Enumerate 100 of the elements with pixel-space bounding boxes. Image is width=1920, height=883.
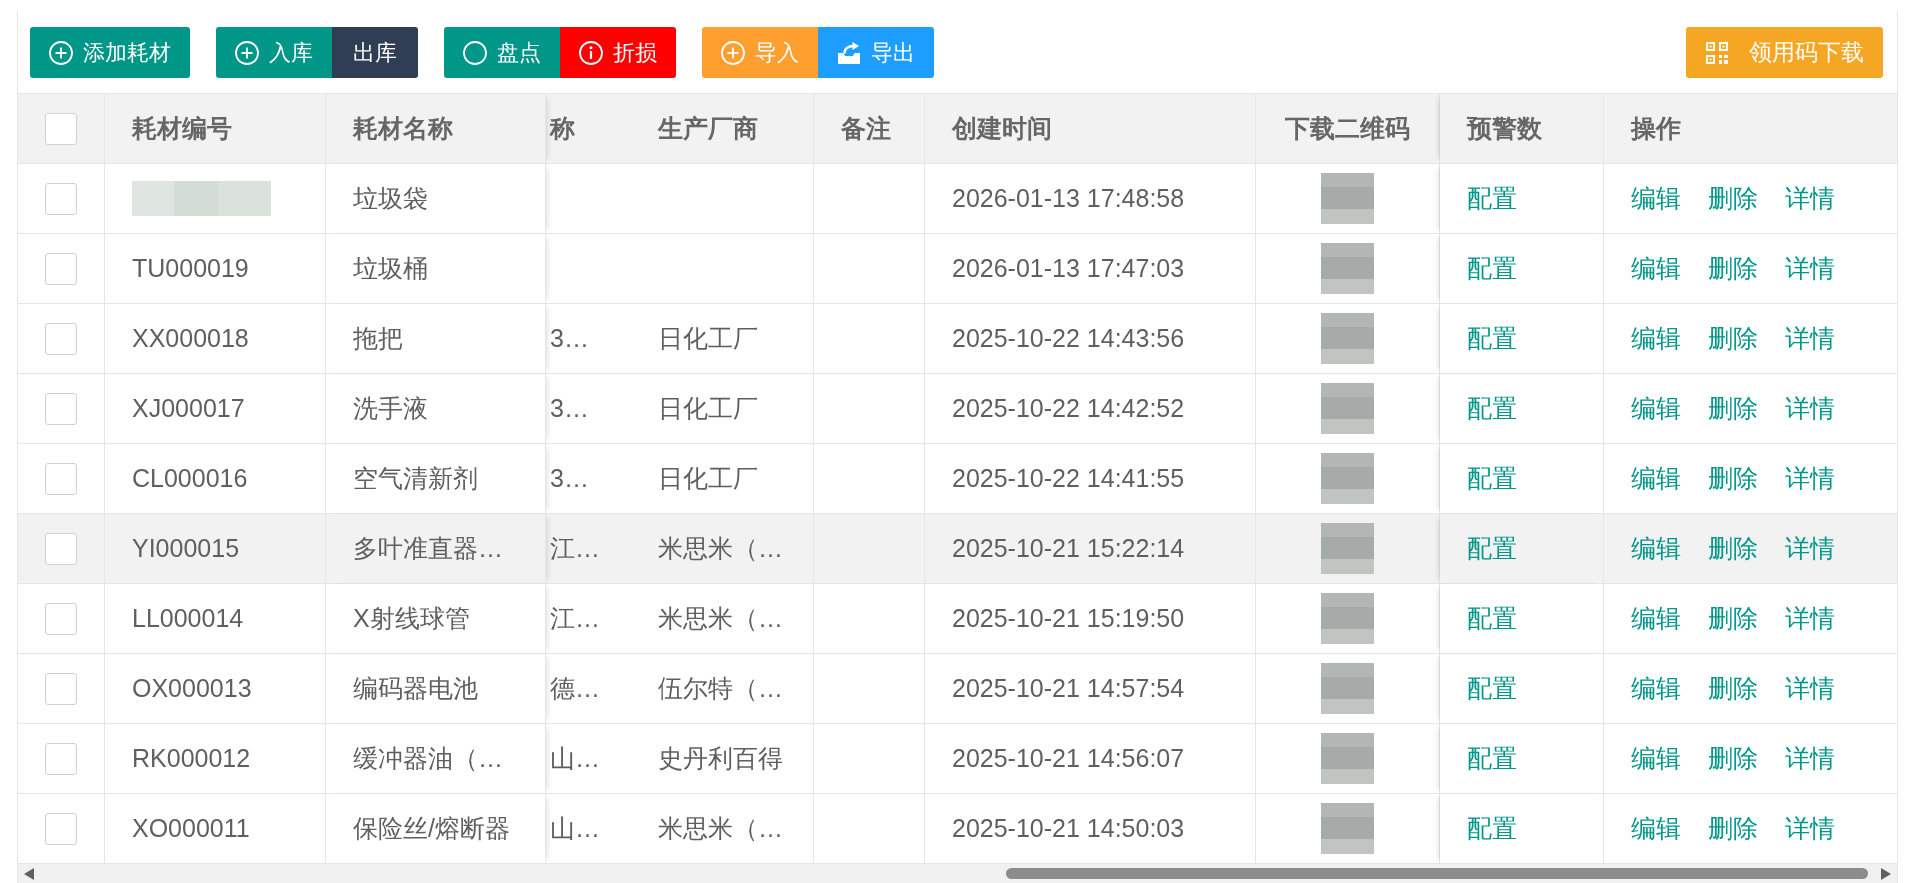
row-checkbox[interactable]	[45, 462, 77, 495]
column-header: 耗材名称	[326, 94, 546, 163]
column-header: 称	[548, 113, 576, 144]
circle-icon	[463, 40, 487, 65]
blurred-image-placeholder	[1321, 313, 1374, 364]
delete-link[interactable]: 删除	[1708, 742, 1758, 775]
row-checkbox[interactable]	[45, 322, 77, 355]
row-checkbox[interactable]	[45, 742, 77, 775]
row-checkbox[interactable]	[45, 532, 77, 565]
delete-link[interactable]: 删除	[1708, 392, 1758, 425]
horizontal-scrollbar[interactable]	[18, 864, 1897, 883]
configure-link[interactable]: 配置	[1467, 672, 1517, 705]
details-link[interactable]: 详情	[1785, 252, 1835, 285]
delete-link[interactable]: 删除	[1708, 462, 1758, 495]
plus-circle-icon	[721, 40, 745, 65]
row-checkbox[interactable]	[45, 252, 77, 285]
qr-code-icon	[1705, 40, 1729, 65]
configure-link[interactable]: 配置	[1467, 182, 1517, 215]
table-cell: 2026-01-13 17:47:03	[925, 234, 1256, 303]
table-cell: 垃圾袋	[326, 164, 546, 233]
edit-link[interactable]: 编辑	[1631, 742, 1681, 775]
delete-link[interactable]: 删除	[1708, 532, 1758, 565]
edit-link[interactable]: 编辑	[1631, 392, 1681, 425]
details-link[interactable]: 详情	[1785, 322, 1835, 355]
details-link[interactable]: 详情	[1785, 812, 1835, 845]
tray-arrow-icon	[837, 40, 861, 65]
delete-link[interactable]: 删除	[1708, 322, 1758, 355]
configure-link[interactable]: 配置	[1467, 742, 1517, 775]
table-cell: 空气清新剂	[326, 444, 546, 513]
configure-link[interactable]: 配置	[1467, 532, 1517, 565]
right-arrow-icon[interactable]	[1881, 867, 1891, 880]
delete-link[interactable]: 删除	[1708, 672, 1758, 705]
details-link[interactable]: 详情	[1785, 392, 1835, 425]
left-arrow-icon[interactable]	[24, 867, 34, 880]
edit-link[interactable]: 编辑	[1631, 252, 1681, 285]
row-checkbox[interactable]	[45, 812, 77, 845]
blurred-image-placeholder	[1321, 803, 1374, 854]
configure-link[interactable]: 配置	[1467, 252, 1517, 285]
toolbar-button[interactable]: 出库	[332, 27, 418, 78]
table-cell-text: 江…	[549, 603, 601, 634]
table-cell: TU000019	[105, 234, 326, 303]
plus-circle-icon	[49, 40, 73, 65]
row-checkbox[interactable]	[45, 392, 77, 425]
configure-link[interactable]: 配置	[1467, 462, 1517, 495]
table-cell: LL000014	[105, 584, 326, 653]
row-checkbox[interactable]	[45, 672, 77, 705]
select-all-checkbox[interactable]	[45, 112, 77, 145]
delete-link[interactable]: 删除	[1708, 812, 1758, 845]
column-header: 操作	[1629, 113, 1682, 144]
table-cell: 保险丝/熔断器	[326, 794, 546, 863]
table-cell: 2025-10-21 14:56:07	[925, 724, 1256, 793]
configure-link[interactable]: 配置	[1467, 602, 1517, 635]
configure-link[interactable]: 配置	[1467, 392, 1517, 425]
edit-link[interactable]: 编辑	[1631, 672, 1681, 705]
column-header: 生产厂商	[631, 94, 814, 163]
configure-link[interactable]: 配置	[1467, 322, 1517, 355]
table-cell-text: 3…	[549, 393, 590, 424]
table-cell: 洗手液	[326, 374, 546, 443]
toolbar-button[interactable]: 盘点	[444, 27, 560, 78]
blurred-image-placeholder	[1321, 733, 1374, 784]
details-link[interactable]: 详情	[1785, 602, 1835, 635]
blurred-image-placeholder	[1321, 243, 1374, 294]
edit-link[interactable]: 编辑	[1631, 462, 1681, 495]
scrollbar-thumb[interactable]	[1006, 868, 1868, 879]
toolbar-button[interactable]: 入库	[216, 27, 332, 78]
edit-link[interactable]: 编辑	[1631, 602, 1681, 635]
table-cell: 米思米（…	[631, 584, 814, 653]
edit-link[interactable]: 编辑	[1631, 182, 1681, 215]
plus-circle-icon	[235, 40, 259, 65]
edit-link[interactable]: 编辑	[1631, 812, 1681, 845]
toolbar-button[interactable]: 折损	[560, 27, 676, 78]
configure-link[interactable]: 配置	[1467, 812, 1517, 845]
details-link[interactable]: 详情	[1785, 532, 1835, 565]
column-header: 创建时间	[925, 94, 1256, 163]
edit-link[interactable]: 编辑	[1631, 532, 1681, 565]
toolbar-button[interactable]: 添加耗材	[30, 27, 190, 78]
table-cell: 日化工厂	[631, 444, 814, 513]
details-link[interactable]: 详情	[1785, 462, 1835, 495]
table-cell: OX000013	[105, 654, 326, 723]
table-cell: 编码器电池	[326, 654, 546, 723]
details-link[interactable]: 详情	[1785, 672, 1835, 705]
details-link[interactable]: 详情	[1785, 742, 1835, 775]
details-link[interactable]: 详情	[1785, 182, 1835, 215]
row-checkbox[interactable]	[45, 602, 77, 635]
delete-link[interactable]: 删除	[1708, 602, 1758, 635]
delete-link[interactable]: 删除	[1708, 252, 1758, 285]
table-cell-text: 江…	[549, 533, 601, 564]
table-cell: XO000011	[105, 794, 326, 863]
delete-link[interactable]: 删除	[1708, 182, 1758, 215]
table-cell: 日化工厂	[631, 374, 814, 443]
toolbar-button[interactable]: 导入	[702, 27, 818, 78]
blurred-image-placeholder	[1321, 173, 1374, 224]
table-cell: YI000015	[105, 514, 326, 583]
download-button[interactable]: 领用码下载	[1686, 27, 1883, 78]
row-checkbox[interactable]	[45, 182, 77, 215]
toolbar-button[interactable]: 导出	[818, 27, 934, 78]
edit-link[interactable]: 编辑	[1631, 322, 1681, 355]
table-cell-text: 3…	[549, 323, 590, 354]
table-cell-text: 山…	[549, 813, 601, 844]
table-cell: 2025-10-21 15:22:14	[925, 514, 1256, 583]
